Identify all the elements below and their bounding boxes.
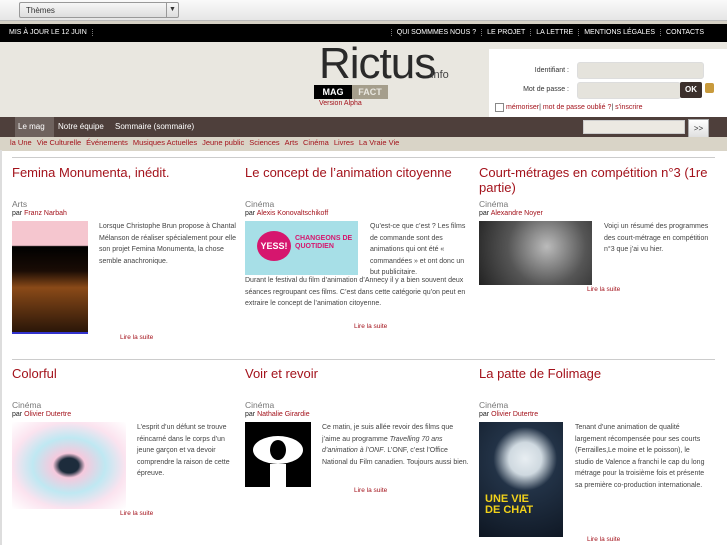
article-excerpt: Qu’est-ce que c’est ? Les films de comma…	[370, 223, 466, 276]
password-label: Mot de passe :	[523, 86, 569, 93]
article-excerpt: Voiçi un résumé des programmes des court…	[604, 223, 709, 253]
article-title[interactable]: Colorful	[12, 366, 242, 381]
category-link[interactable]: Arts	[285, 138, 298, 147]
top-links: QUI SOMMMES NOUS ? LE PROJET LA LETTRE M…	[390, 29, 709, 36]
article-title[interactable]: Le concept de l’animation citoyenne	[245, 165, 475, 180]
chevron-down-icon[interactable]: ▼	[166, 3, 178, 17]
article-title[interactable]: La patte de Folimage	[479, 366, 709, 381]
forgot-password-link[interactable]: mot de passe oublié ?	[543, 104, 612, 111]
link-contacts[interactable]: CONTACTS	[660, 29, 709, 36]
article-category: Cinéma	[245, 400, 275, 410]
article-category: Cinéma	[479, 400, 509, 410]
author-link[interactable]: Nathalie Girardie	[257, 411, 310, 418]
read-more-link[interactable]: Lire la suite	[587, 536, 620, 543]
separator: |	[611, 104, 614, 111]
author-link[interactable]: Alexis Konovaltschikoff	[257, 210, 328, 217]
eye-logo-image[interactable]	[245, 422, 311, 487]
by-label: par	[12, 210, 23, 217]
version-label: Version Alpha	[319, 100, 362, 107]
article-category: Arts	[12, 199, 28, 209]
article-excerpt: L’esprit d’un défunt se trouve réincarné…	[137, 424, 230, 477]
lock-icon	[705, 83, 714, 93]
article-category: Cinéma	[245, 199, 275, 209]
fact-badge[interactable]: FACT	[352, 85, 388, 99]
article-image[interactable]	[12, 422, 126, 509]
article-byline: par Alexandre Noyer	[479, 210, 543, 217]
article-byline: par Olivier Dutertre	[479, 411, 538, 418]
article-title[interactable]: Court-métrages en compétition n°3 (1re p…	[479, 165, 709, 195]
category-link[interactable]: Sciences	[249, 138, 279, 147]
by-label: par	[12, 411, 23, 418]
read-more-link[interactable]: Lire la suite	[354, 487, 387, 494]
themes-dropdown[interactable]: Thèmes ▼	[19, 2, 179, 18]
author-link[interactable]: Olivier Dutertre	[491, 411, 538, 418]
author-link[interactable]: Franz Narbah	[24, 210, 67, 217]
read-more-link[interactable]: Lire la suite	[120, 510, 153, 517]
login-button[interactable]: OK	[680, 82, 702, 98]
logo-tld: .info	[428, 69, 449, 81]
by-label: par	[245, 210, 256, 217]
read-more-link[interactable]: Lire la suite	[120, 334, 153, 341]
category-link[interactable]: la Une	[10, 138, 32, 147]
article-image[interactable]	[12, 221, 88, 334]
article-byline: par Olivier Dutertre	[12, 411, 71, 418]
link-legal[interactable]: MENTIONS LÉGALES	[578, 29, 660, 36]
article-excerpt: Tenant d’une animation de qualité largem…	[575, 424, 705, 489]
search-button[interactable]: >>	[688, 119, 709, 139]
by-label: par	[479, 210, 490, 217]
read-more-link[interactable]: Lire la suite	[354, 323, 387, 330]
author-link[interactable]: Alexandre Noyer	[491, 210, 543, 217]
search-input[interactable]	[583, 120, 685, 134]
article-category: Cinéma	[12, 400, 42, 410]
link-project[interactable]: LE PROJET	[481, 29, 530, 36]
password-input[interactable]	[577, 82, 681, 99]
article-excerpt: Lorsque Christophe Brun propose à Chanta…	[99, 223, 236, 265]
category-link[interactable]: Musiques Actuelles	[133, 138, 197, 147]
nav-tab-summary[interactable]: Sommaire (sommaire)	[115, 122, 194, 131]
mag-badge[interactable]: MAG	[314, 85, 352, 99]
article-byline: par Alexis Konovaltschikoff	[245, 210, 328, 217]
signup-link[interactable]: s'inscrire	[615, 104, 642, 111]
link-about[interactable]: QUI SOMMMES NOUS ?	[390, 29, 481, 36]
article-byline: par Franz Narbah	[12, 210, 67, 217]
update-date: MIS À JOUR LE 12 JUIN	[9, 29, 93, 36]
login-links: mémoriser| mot de passe oublié ?| s'insc…	[506, 104, 643, 111]
read-more-link[interactable]: Lire la suite	[587, 286, 620, 293]
article-image[interactable]: YESS! CHANGEONS DE QUOTIDIEN	[245, 221, 358, 275]
page-border	[0, 150, 2, 545]
by-label: par	[479, 411, 490, 418]
link-newsletter[interactable]: LA LETTRE	[530, 29, 578, 36]
article-category: Cinéma	[479, 199, 509, 209]
article-image[interactable]	[479, 221, 592, 285]
category-link[interactable]: Vie Culturelle	[37, 138, 81, 147]
image-caption: CHANGEONS DE QUOTIDIEN	[295, 235, 353, 250]
category-link[interactable]: Événements	[86, 138, 128, 147]
category-link[interactable]: Jeune public	[202, 138, 244, 147]
article-byline: par Nathalie Girardie	[245, 411, 310, 418]
author-link[interactable]: Olivier Dutertre	[24, 411, 71, 418]
article-title[interactable]: Femina Monumenta, inédit.	[12, 165, 242, 180]
category-link[interactable]: La Vraie Vie	[359, 138, 399, 147]
poster-title: UNE VIE DE CHAT	[485, 493, 534, 516]
site-logo[interactable]: Rictus	[319, 42, 436, 86]
article-excerpt-continued: Durant le festival du film d’animation d…	[245, 277, 466, 307]
separator: |	[539, 104, 541, 111]
category-link[interactable]: Livres	[334, 138, 354, 147]
image-badge: YESS!	[257, 231, 291, 261]
category-bar: la Une Vie Culturelle Événements Musiques A…	[0, 137, 727, 151]
divider	[12, 359, 715, 360]
username-label: Identifiant :	[534, 67, 569, 74]
remember-label[interactable]: mémoriser	[506, 104, 539, 111]
category-link[interactable]: Cinéma	[303, 138, 329, 147]
username-input[interactable]	[577, 62, 704, 79]
article-title[interactable]: Voir et revoir	[245, 366, 475, 381]
nav-tab-team[interactable]: Notre équipe	[58, 122, 104, 131]
divider	[12, 157, 715, 158]
remember-checkbox[interactable]	[495, 103, 504, 112]
by-label: par	[245, 411, 256, 418]
poster-image[interactable]: UNE VIE DE CHAT	[479, 422, 563, 537]
article-excerpt: Ce matin, je suis allée revoir des films…	[322, 422, 472, 468]
nav-tab-le-mag[interactable]: Le mag	[15, 117, 54, 137]
themes-label: Thèmes	[26, 6, 55, 15]
